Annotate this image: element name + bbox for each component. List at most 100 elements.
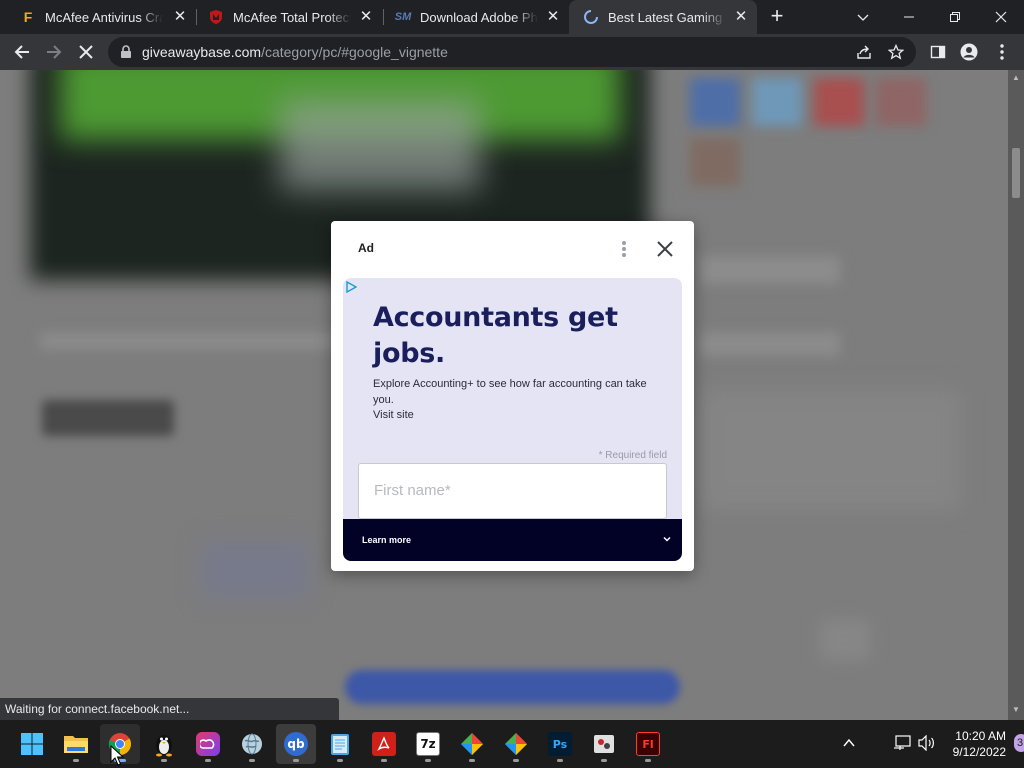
star-icon: [887, 43, 905, 60]
taskbar-creative-cloud[interactable]: [188, 724, 228, 764]
scroll-up-arrow[interactable]: ▲: [1012, 74, 1020, 82]
scroll-thumb[interactable]: [1012, 148, 1020, 198]
new-tab-button[interactable]: +: [766, 5, 788, 28]
arrow-left-icon: [14, 45, 29, 59]
adchoices-icon[interactable]: [345, 281, 357, 293]
lock-icon[interactable]: [119, 45, 133, 59]
taskbar-git-2[interactable]: [496, 724, 536, 764]
minimize-button[interactable]: [886, 0, 932, 34]
notepad-icon: [331, 734, 349, 755]
address-bar[interactable]: giveawaybase.com/category/pc/#google_vig…: [108, 37, 916, 67]
close-icon: [79, 45, 93, 59]
ad-options-button[interactable]: [621, 240, 631, 258]
stop-loading-button[interactable]: [72, 38, 100, 66]
close-icon[interactable]: ✕: [172, 9, 188, 25]
taskbar-qbittorrent[interactable]: qb: [276, 724, 316, 764]
more-vertical-icon: [1000, 44, 1004, 60]
tab-search-button[interactable]: [840, 0, 886, 34]
f-letter-icon: F: [23, 9, 33, 25]
first-name-field[interactable]: First name*: [358, 463, 667, 519]
qbittorrent-icon: qb: [284, 732, 308, 756]
clock-time[interactable]: 10:20 AM: [946, 729, 1006, 743]
flash-icon: Fl: [636, 732, 660, 756]
tab-title: McAfee Antivirus Crack: [45, 9, 163, 25]
close-icon[interactable]: ✕: [733, 9, 749, 25]
chevron-down-icon: [857, 14, 869, 21]
social-youtube[interactable]: [876, 78, 926, 126]
volume-button[interactable]: [918, 734, 936, 756]
ad-close-button[interactable]: [655, 239, 675, 259]
required-field-note: * Required field: [598, 450, 667, 461]
back-button[interactable]: [8, 38, 36, 66]
social-instagram[interactable]: [690, 138, 740, 186]
taskbar: qb 7z Ps Fl 10:20 AM 9/12/2022: [0, 720, 1024, 768]
git-icon: [461, 733, 483, 755]
taskbar-app[interactable]: [584, 724, 624, 764]
taskbar-globe-app[interactable]: [232, 724, 272, 764]
network-icon-button[interactable]: [893, 735, 911, 756]
taskbar-notepad[interactable]: [320, 724, 360, 764]
chevron-up-icon: [843, 738, 855, 747]
url-text: giveawaybase.com/category/pc/#google_vig…: [142, 44, 448, 60]
menu-button[interactable]: [988, 38, 1016, 66]
social-pinterest[interactable]: [814, 78, 864, 126]
taskbar-photoshop[interactable]: Ps: [540, 724, 580, 764]
side-panel-icon: [930, 45, 946, 59]
loading-spinner-icon: [583, 9, 599, 25]
mcafee-shield-icon: [208, 9, 224, 25]
profile-button[interactable]: [955, 38, 983, 66]
acrobat-icon: [372, 732, 396, 756]
close-icon[interactable]: ✕: [358, 9, 374, 25]
ad-label: Ad: [358, 241, 374, 255]
close-icon[interactable]: ✕: [545, 9, 561, 25]
read-more-button[interactable]: [42, 400, 174, 436]
tab-mcafee-total[interactable]: McAfee Total Protection ✕: [194, 0, 382, 34]
share-button[interactable]: [856, 44, 872, 65]
article-thumbnail: [200, 540, 310, 600]
notification-badge[interactable]: 3: [1014, 734, 1024, 752]
tux-icon: [156, 735, 172, 757]
taskbar-7zip[interactable]: 7z: [408, 724, 448, 764]
learn-more-label: Learn more: [362, 535, 412, 545]
social-twitter[interactable]: [752, 78, 802, 126]
close-window-button[interactable]: [978, 0, 1024, 34]
status-bubble: Waiting for connect.facebook.net...: [0, 698, 339, 720]
sidebar-widget: [700, 256, 840, 284]
restore-button[interactable]: [932, 0, 978, 34]
taskbar-flash[interactable]: Fl: [628, 724, 668, 764]
creative-cloud-icon: [196, 732, 220, 756]
7zip-icon: 7z: [416, 732, 440, 756]
share-buttons-row[interactable]: [345, 670, 680, 704]
folder-icon: [64, 736, 88, 753]
app-icon: [594, 735, 614, 753]
learn-more-bar[interactable]: Learn more: [343, 519, 682, 561]
sm-logo-icon: SM: [394, 11, 412, 23]
ad-creative[interactable]: Accountants get jobs. Explore Accounting…: [343, 278, 682, 561]
tab-best-gaming-pc[interactable]: Best Latest Gaming PC ✕: [569, 0, 757, 34]
side-panel-button[interactable]: [924, 38, 952, 66]
start-button[interactable]: [12, 724, 52, 764]
ad-headline[interactable]: Accountants get jobs.: [373, 300, 663, 372]
clock-date[interactable]: 9/12/2022: [946, 745, 1006, 759]
visit-site-link[interactable]: Visit site: [373, 409, 414, 421]
taskbar-git[interactable]: [452, 724, 492, 764]
taskbar-tux-app[interactable]: [144, 724, 184, 764]
arrow-right-icon: [47, 45, 62, 59]
browser-toolbar: giveawaybase.com/category/pc/#google_vig…: [0, 34, 1024, 70]
close-icon: [657, 241, 673, 257]
show-hidden-icons-button[interactable]: [842, 736, 856, 755]
page-scrollbar[interactable]: ▲ ▼: [1008, 70, 1024, 720]
git-icon-2: [505, 733, 527, 755]
restore-icon: [950, 12, 960, 22]
volume-icon: [918, 734, 934, 752]
hero-image-highlight: [280, 100, 480, 190]
tab-download-adobe[interactable]: SM Download Adobe Photoshop ✕: [381, 0, 569, 34]
tab-mcafee-antivirus[interactable]: F McAfee Antivirus Crack ✕: [6, 0, 196, 34]
taskbar-file-explorer[interactable]: [56, 724, 96, 764]
forward-button[interactable]: [40, 38, 68, 66]
bookmark-button[interactable]: [887, 43, 905, 65]
taskbar-acrobat[interactable]: [364, 724, 404, 764]
scroll-down-arrow[interactable]: ▼: [1012, 706, 1020, 714]
social-facebook[interactable]: [690, 78, 740, 126]
chevron-down-icon: [663, 536, 671, 542]
